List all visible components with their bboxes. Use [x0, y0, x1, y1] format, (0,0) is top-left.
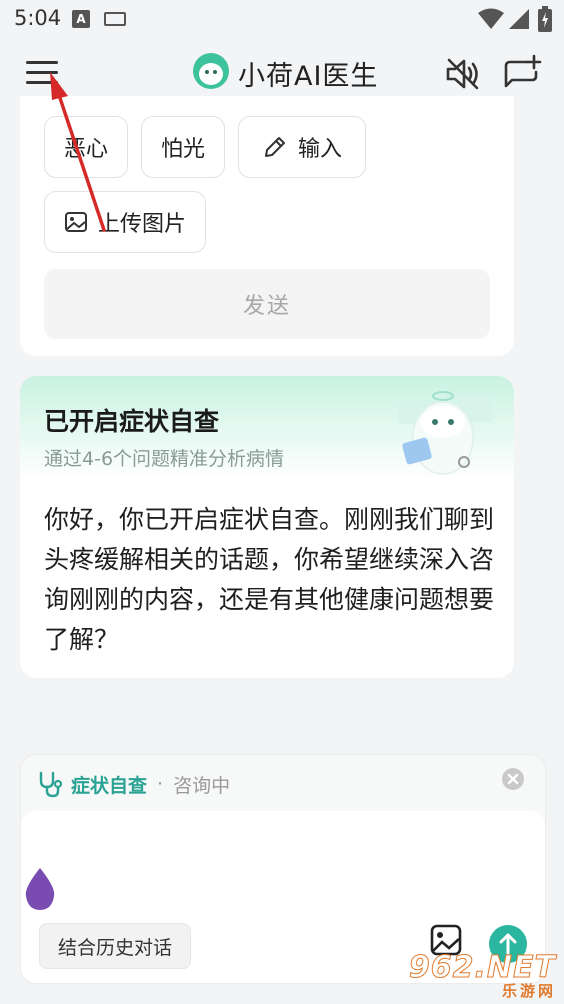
assistant-message: 你好，你已开启症状自查。刚刚我们聊到头疼缓解相关的话题，你希望继续深入咨询刚刚的… [44, 505, 495, 654]
symptom-check-card: 已开启症状自查 通过4-6个问题精准分析病情 你好，你已开启症状自查。刚刚我们聊… [20, 376, 514, 678]
consult-status: 咨询中 [173, 774, 231, 797]
chip-nausea[interactable]: 恶心 [44, 116, 128, 178]
panel-header: 症状自查 · 咨询中 [37, 769, 230, 799]
new-chat-icon[interactable] [502, 54, 542, 92]
keyboard-icon [104, 12, 126, 26]
app-title: 小荷AI医生 [238, 61, 379, 92]
speaker-mute-icon[interactable] [444, 56, 482, 92]
symptom-card-subtitle: 通过4-6个问题精准分析病情 [44, 448, 285, 470]
menu-icon[interactable] [24, 58, 60, 88]
send-button[interactable]: 发送 [44, 269, 490, 339]
pencil-icon [264, 137, 285, 157]
chip-photophobia[interactable]: 怕光 [141, 116, 225, 178]
close-icon[interactable] [501, 767, 525, 791]
status-bar: 5:04 A [0, 0, 564, 38]
wifi-icon [478, 8, 504, 29]
symptom-card-title: 已开启症状自查 [44, 407, 220, 436]
chip-label: 输入 [297, 137, 342, 162]
separator-dot: · [157, 773, 164, 795]
mode-tag: 症状自查 [71, 774, 148, 797]
chip-label: 恶心 [63, 137, 108, 162]
doctor-mascot-icon [398, 391, 492, 475]
signal-icon [509, 9, 529, 29]
battery-icon [538, 6, 552, 32]
image-icon [64, 212, 87, 232]
chip-upload-image[interactable]: 上传图片 [44, 191, 206, 253]
stethoscope-icon [39, 771, 63, 798]
quick-reply-card: 恶心 怕光 输入 上传图片 发送 [20, 96, 514, 356]
chip-type-input[interactable]: 输入 [238, 116, 366, 178]
watermark-logo: 962.NET 乐游网 [408, 950, 562, 1001]
floating-drop-icon[interactable] [22, 866, 58, 912]
chip-label: 怕光 [160, 137, 205, 162]
chip-label: 上传图片 [97, 212, 186, 237]
app-notification-icon: A [72, 10, 90, 28]
combine-history-button[interactable]: 结合历史对话 [39, 923, 191, 969]
status-time: 5:04 [14, 6, 62, 30]
watermark-sub: 乐游网 [501, 982, 556, 1000]
symptom-card-header: 已开启症状自查 通过4-6个问题精准分析病情 [20, 376, 514, 480]
app-logo-icon [193, 53, 229, 89]
